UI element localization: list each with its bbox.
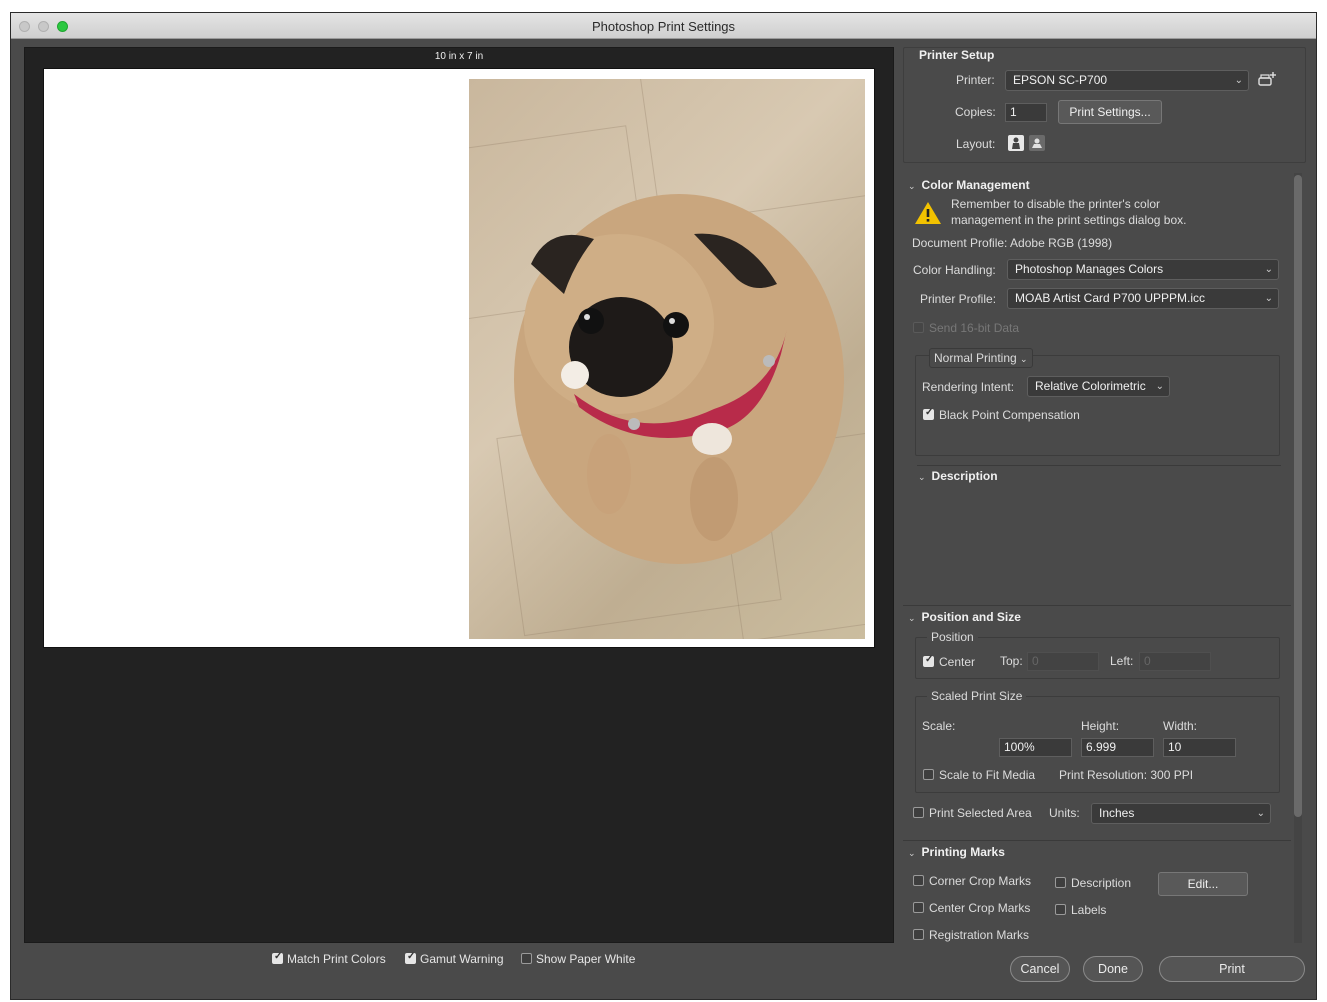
document-profile: Document Profile: Adobe RGB (1998) (912, 236, 1113, 250)
units-label: Units: (1049, 806, 1080, 820)
normal-printing-group (915, 355, 1280, 456)
divider (903, 840, 1291, 841)
layout-label: Layout: (956, 137, 996, 151)
photo-preview[interactable] (469, 79, 865, 639)
scale-to-fit-media-checkbox[interactable] (923, 769, 934, 780)
match-print-colors-option[interactable]: Match Print Colors (272, 951, 386, 966)
printer-profile-select[interactable]: MOAB Artist Card P700 UPPPM.icc ⌄ (1007, 288, 1279, 309)
color-handling-label: Color Handling: (913, 263, 996, 277)
position-label: Position (927, 630, 978, 644)
normal-printing-select[interactable]: Normal Printing ⌄ (929, 348, 1033, 368)
top-input[interactable]: 0 (1027, 652, 1099, 671)
paper-size-label: 10 in x 7 in (434, 51, 484, 62)
print-settings-button[interactable]: Print Settings... (1058, 100, 1162, 124)
height-label: Height: (1081, 719, 1120, 733)
corner-crop-marks-checkbox[interactable] (913, 875, 924, 886)
gamut-warning-checkbox[interactable] (405, 951, 416, 964)
print-selected-area-option[interactable]: Print Selected Area (913, 806, 1032, 820)
chevron-down-icon: ⌄ (1234, 75, 1243, 86)
units-select[interactable]: Inches ⌄ (1091, 803, 1271, 824)
edit-description-button[interactable]: Edit... (1158, 872, 1248, 896)
show-paper-white-option[interactable]: Show Paper White (521, 952, 635, 966)
printing-marks-header[interactable]: ⌄ Printing Marks (908, 845, 1005, 859)
paper-preview (43, 68, 875, 648)
landscape-layout-icon[interactable] (1029, 135, 1045, 151)
description-header[interactable]: ⌄ Description (918, 469, 998, 483)
description-mark-checkbox[interactable] (1055, 877, 1066, 888)
divider (903, 605, 1291, 606)
title-bar: Photoshop Print Settings (11, 13, 1316, 39)
scale-label: Scale: (922, 719, 956, 733)
chevron-down-icon: ⌄ (1264, 293, 1273, 304)
chevron-down-icon: ⌄ (908, 613, 916, 623)
copies-label: Copies: (955, 105, 996, 119)
position-and-size-header[interactable]: ⌄ Position and Size (908, 610, 1021, 624)
labels-option[interactable]: Labels (1055, 903, 1106, 917)
rendering-intent-select[interactable]: Relative Colorimetric ⌄ (1027, 376, 1170, 397)
printer-select-value: EPSON SC-P700 (1013, 73, 1108, 87)
match-print-colors-checkbox[interactable] (272, 951, 283, 964)
black-point-compensation-option[interactable]: Black Point Compensation (923, 407, 1080, 422)
send-16bit-option[interactable]: Send 16-bit Data (913, 321, 1019, 335)
chevron-down-icon: ⌄ (1020, 354, 1028, 364)
chevron-down-icon: ⌄ (1264, 264, 1273, 275)
left-label: Left: (1110, 654, 1134, 668)
printer-setup-header: Printer Setup (919, 48, 995, 62)
print-preview-area: 10 in x 7 in (24, 47, 894, 943)
scale-to-fit-media-option[interactable]: Scale to Fit Media (923, 768, 1035, 782)
black-point-compensation-checkbox[interactable] (923, 407, 934, 420)
printer-profile-label: Printer Profile: (920, 292, 997, 306)
color-management-header[interactable]: ⌄ Color Management (908, 178, 1030, 192)
height-input[interactable]: 6.999 (1081, 738, 1154, 757)
color-warning-line-2: management in the print settings dialog … (951, 213, 1187, 227)
width-label: Width: (1163, 719, 1198, 733)
scale-input[interactable]: 100% (999, 738, 1072, 757)
chevron-down-icon: ⌄ (908, 848, 916, 858)
cancel-button[interactable]: Cancel (1010, 956, 1070, 982)
scaled-print-size-label: Scaled Print Size (927, 689, 1027, 703)
chevron-down-icon: ⌄ (1155, 381, 1164, 392)
warning-icon (914, 200, 942, 226)
center-option[interactable]: Center (923, 654, 975, 669)
color-warning-line-1: Remember to disable the printer's color (951, 197, 1161, 211)
divider (917, 465, 1281, 466)
registration-marks-option[interactable]: Registration Marks (913, 928, 1029, 942)
print-settings-window: Photoshop Print Settings 10 in x 7 in ✓M… (10, 12, 1317, 1000)
left-input[interactable]: 0 (1139, 652, 1211, 671)
center-crop-marks-option[interactable]: Center Crop Marks (913, 901, 1030, 915)
send-16bit-checkbox[interactable] (913, 322, 924, 333)
printer-label: Printer: (956, 73, 995, 87)
gamut-warning-option[interactable]: Gamut Warning (405, 951, 504, 966)
registration-marks-checkbox[interactable] (913, 929, 924, 940)
center-checkbox[interactable] (923, 654, 934, 667)
copies-input[interactable]: 1 (1005, 103, 1047, 122)
top-label: Top: (1000, 654, 1023, 668)
color-handling-select[interactable]: Photoshop Manages Colors ⌄ (1007, 259, 1279, 280)
chevron-down-icon: ⌄ (918, 472, 926, 482)
add-printer-icon[interactable] (1257, 71, 1277, 89)
chevron-down-icon: ⌄ (908, 181, 916, 191)
description-mark-option[interactable]: Description (1055, 876, 1131, 890)
corner-crop-marks-option[interactable]: Corner Crop Marks (913, 874, 1031, 888)
settings-scrollbar-thumb[interactable] (1294, 175, 1302, 817)
labels-checkbox[interactable] (1055, 904, 1066, 915)
show-paper-white-checkbox[interactable] (521, 953, 532, 964)
chevron-down-icon: ⌄ (1256, 808, 1265, 819)
print-resolution: Print Resolution: 300 PPI (1059, 768, 1194, 782)
width-input[interactable]: 10 (1163, 738, 1236, 757)
print-selected-area-checkbox[interactable] (913, 807, 924, 818)
rendering-intent-label: Rendering Intent: (922, 380, 1015, 394)
print-button[interactable]: Print (1159, 956, 1305, 982)
done-button[interactable]: Done (1083, 956, 1143, 982)
printer-select[interactable]: EPSON SC-P700 ⌄ (1005, 70, 1249, 91)
pug-image (514, 194, 844, 564)
portrait-layout-icon[interactable] (1008, 135, 1024, 151)
window-title: Photoshop Print Settings (591, 19, 736, 34)
center-crop-marks-checkbox[interactable] (913, 902, 924, 913)
